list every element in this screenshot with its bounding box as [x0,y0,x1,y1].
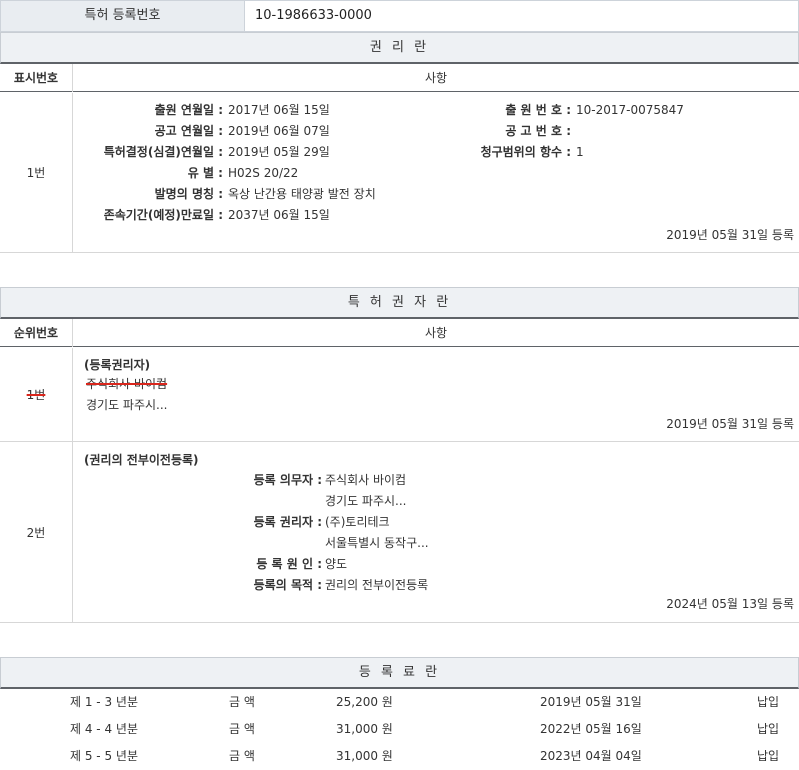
field-label: 특허결정(심결)연월일 : [103,145,223,159]
fees-section-title: 등 록 료 란 [0,657,799,689]
holder-address: 경기도 파주시... [86,398,168,412]
field-value: H02S 20/22 [228,166,299,180]
holders-section-title: 특 허 권 자 란 [0,287,799,319]
field-value: 주식회사 바이컴 [325,473,407,487]
field-value: 권리의 전부이전등록 [325,578,429,592]
field-value: 옥상 난간용 태양광 발전 장치 [228,187,376,201]
field-value: 2019년 05월 29일 [228,145,330,159]
fee-period: 제 5 - 5 년분 [70,749,138,763]
fee-status: 납입 [757,722,780,736]
fee-amount-label: 금 액 [229,722,255,736]
registration-number-label: 특허 등록번호 [1,1,245,31]
rights-table-header: 표시번호 사항 [0,64,799,92]
field-value: 2019년 06월 07일 [228,124,330,138]
registration-stamp: 2019년 05월 31일 등록 [666,417,794,431]
field-label: 유 별 : [187,166,223,180]
field-value: (주)토리테크 [325,515,390,529]
fee-row: 제 4 - 4 년분 금 액 31,000 원 2022년 05월 16일 납입 [0,716,799,743]
fee-status: 납입 [757,695,780,709]
field-value: 1 [576,145,584,159]
holders-row-1: 1번 (등록권리자) 주식회사 바이컴 경기도 파주시... 2019년 05월… [0,348,799,442]
field-label: 공 고 번 호 : [505,124,571,138]
field-value: 양도 [325,557,348,571]
holders-col-rank: 순위번호 [0,319,73,347]
rights-row-number: 1번 [0,93,73,252]
rights-section-title: 권 리 란 [0,32,799,64]
holders-table-header: 순위번호 사항 [0,319,799,347]
fee-amount-label: 금 액 [229,695,255,709]
field-label: 등록의 목적 : [253,578,322,592]
fee-date: 2022년 05월 16일 [540,722,642,736]
field-label: 출 원 번 호 : [505,103,571,117]
fee-amount: 31,000 원 [336,722,393,736]
fee-row: 제 1 - 3 년분 금 액 25,200 원 2019년 05월 31일 납입 [0,689,799,716]
transfer-type: (권리의 전부이전등록) [84,453,199,467]
holders-row-2: 2번 (권리의 전부이전등록) 등록 의무자 : 주식회사 바이컴 경기도 파주… [0,442,799,623]
field-value: 2017년 06월 15일 [228,103,330,117]
fee-row: 제 5 - 5 년분 금 액 31,000 원 2023년 04월 04일 납입 [0,743,799,770]
field-label: 존속기간(예정)만료일 : [103,208,223,222]
field-label: 공고 연월일 : [154,124,223,138]
field-label: 등 록 원 인 : [256,557,322,571]
fee-date: 2019년 05월 31일 [540,695,642,709]
registration-stamp: 2019년 05월 31일 등록 [666,228,794,242]
fee-period: 제 1 - 3 년분 [70,695,138,709]
fee-amount: 25,200 원 [336,695,393,709]
fee-amount-label: 금 액 [229,749,255,763]
field-label: 등록 의무자 : [253,473,322,487]
field-value: 경기도 파주시... [325,494,407,508]
field-value: 서울특별시 동작구... [325,536,429,550]
fee-date: 2023년 04월 04일 [540,749,642,763]
fee-status: 납입 [757,749,780,763]
fee-amount: 31,000 원 [336,749,393,763]
field-label: 출원 연월일 : [154,103,223,117]
holders-row-number: 2번 [0,442,73,622]
holders-col-details: 사항 [424,326,448,340]
registration-number-value: 10-1986633-0000 [255,8,372,23]
field-label: 청구범위의 항수 : [480,145,571,159]
registration-number-bar: 특허 등록번호 10-1986633-0000 [0,0,799,32]
rights-row: 1번 출원 연월일 : 2017년 06월 15일 공고 연월일 : 2019년… [0,93,799,253]
fee-period: 제 4 - 4 년분 [70,722,138,736]
field-label: 발명의 명칭 : [154,187,223,201]
field-value: 10-2017-0075847 [576,103,684,117]
rights-col-number: 표시번호 [0,64,73,92]
holders-row-number: 1번 [26,388,46,402]
registration-stamp: 2024년 05월 13일 등록 [666,597,794,611]
field-label: 등록 권리자 : [253,515,322,529]
rights-col-details: 사항 [424,71,448,85]
field-value: 2037년 06월 15일 [228,208,330,222]
holder-type: (등록권리자) [84,358,151,372]
holder-name: 주식회사 바이컴 [86,377,168,391]
